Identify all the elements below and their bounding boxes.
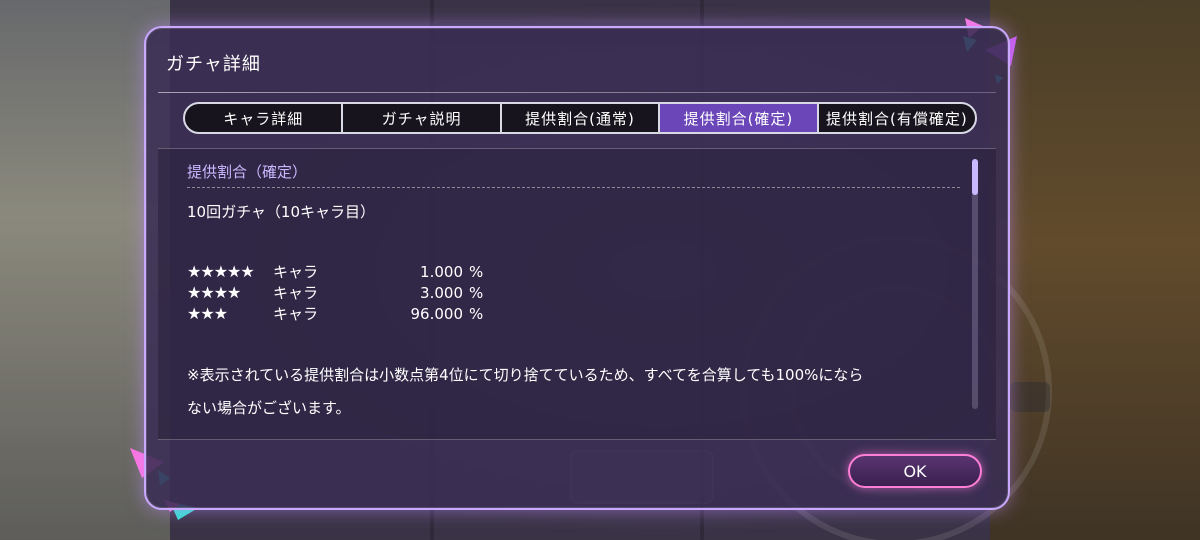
- star-rating-icon: ★★★★★: [187, 262, 255, 281]
- rate-value: 3.000: [420, 283, 463, 302]
- rate-unit: %: [469, 262, 484, 281]
- gacha-type-heading: 10回ガチャ（10キャラ目）: [187, 203, 376, 221]
- gacha-detail-dialog: ガチャ詳細 キャラ詳細 ガチャ説明 提供割合(通常) 提供割合(確定) 提供割合…: [144, 26, 1010, 510]
- rate-unit: %: [469, 304, 484, 323]
- rate-row-4-star: ★★★★ キャラ 3.000 %: [187, 282, 483, 303]
- dialog-title: ガチャ詳細: [166, 54, 261, 75]
- tab-character-details[interactable]: キャラ詳細: [185, 104, 344, 132]
- section-divider: [187, 187, 960, 188]
- title-divider: [158, 92, 996, 93]
- rounding-notice-line-1: ※表示されている提供割合は小数点第4位にて切り捨てているため、すべてを合算しても…: [187, 366, 864, 384]
- tab-rates-paid-guaranteed[interactable]: 提供割合(有償確定): [819, 104, 975, 132]
- rate-value: 1.000: [420, 262, 463, 281]
- rate-row-3-star: ★★★ キャラ 96.000 %: [187, 303, 483, 324]
- rate-label: キャラ: [273, 284, 319, 302]
- tab-rates-normal[interactable]: 提供割合(通常): [502, 104, 661, 132]
- star-rating-icon: ★★★: [187, 304, 228, 323]
- scrollbar-thumb[interactable]: [972, 159, 978, 195]
- rate-unit: %: [469, 283, 484, 302]
- rates-content-panel[interactable]: 提供割合（確定） 10回ガチャ（10キャラ目） ★★★★★ キャラ 1.000 …: [158, 148, 996, 440]
- rate-label: キャラ: [273, 305, 319, 323]
- section-heading: 提供割合（確定）: [187, 163, 308, 181]
- rate-list: ★★★★★ キャラ 1.000 % ★★★★ キャラ 3.000 % ★★★ キ…: [187, 261, 483, 324]
- rounding-notice-line-2: ない場合がございます。: [187, 399, 351, 417]
- content-scrollbar[interactable]: [972, 159, 978, 409]
- rate-value: 96.000: [410, 304, 464, 323]
- rate-label: キャラ: [273, 263, 319, 281]
- rounding-notice: ※表示されている提供割合は小数点第4位にて切り捨てているため、すべてを合算しても…: [187, 359, 977, 425]
- star-rating-icon: ★★★★: [187, 283, 241, 302]
- tab-rates-guaranteed[interactable]: 提供割合(確定): [660, 104, 819, 132]
- rate-row-5-star: ★★★★★ キャラ 1.000 %: [187, 261, 483, 282]
- tab-gacha-description[interactable]: ガチャ説明: [343, 104, 502, 132]
- ok-button[interactable]: OK: [848, 454, 982, 488]
- tab-bar: キャラ詳細 ガチャ説明 提供割合(通常) 提供割合(確定) 提供割合(有償確定): [183, 102, 977, 134]
- background-button: [1010, 382, 1050, 412]
